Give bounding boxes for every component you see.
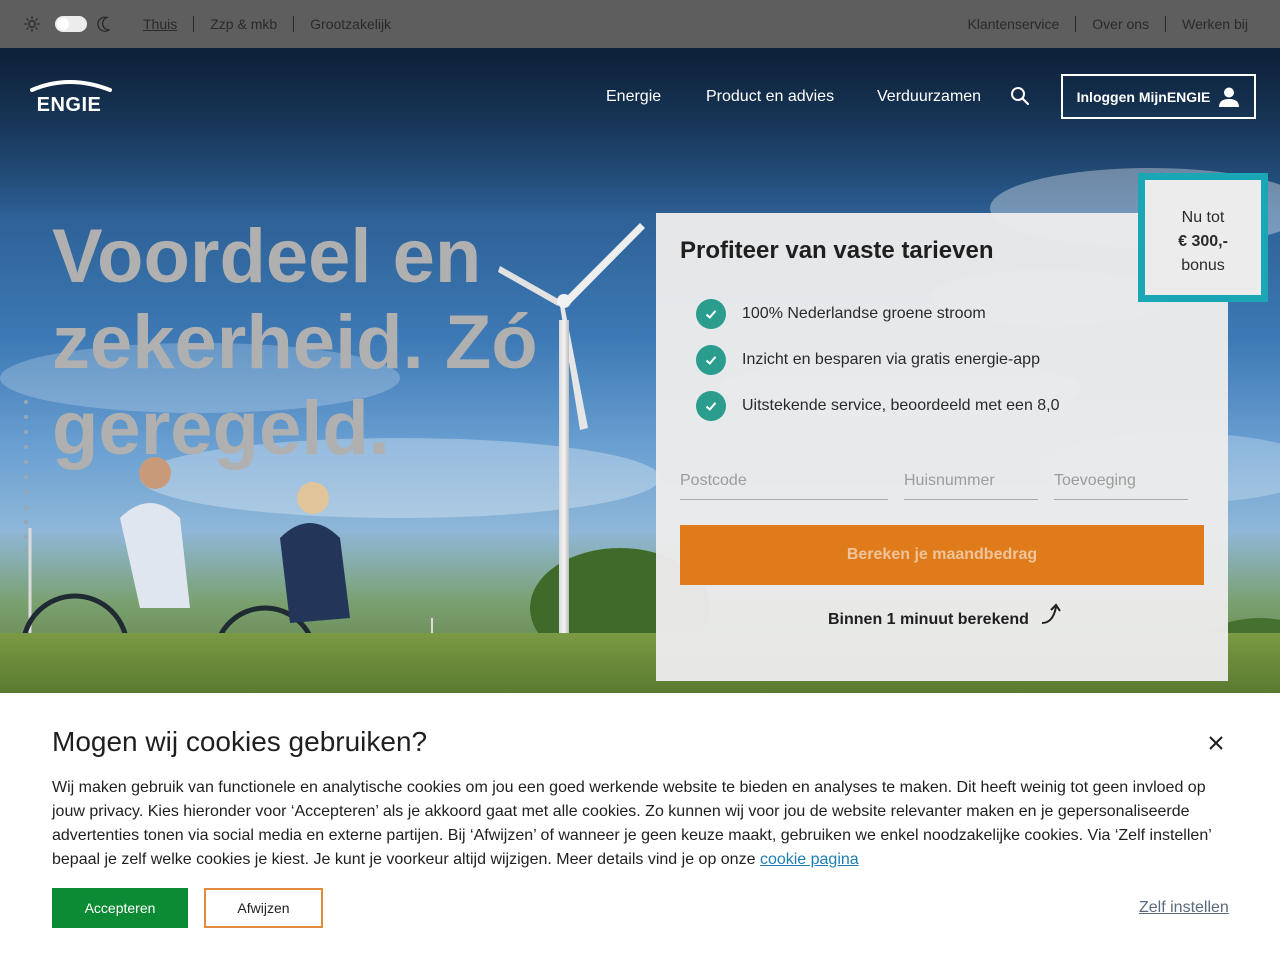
link-werken-bij[interactable]: Werken bij — [1165, 16, 1264, 32]
postcode-input[interactable] — [680, 463, 888, 500]
toggle-knob — [57, 18, 69, 30]
calculate-button[interactable]: Bereken je maandbedrag — [680, 525, 1204, 585]
usp-text: 100% Nederlandse groene stroom — [742, 305, 986, 322]
segment-thuis[interactable]: Thuis — [143, 16, 193, 32]
check-icon — [696, 391, 726, 421]
usp-item: Uitstekende service, beoordeeld met een … — [696, 391, 1060, 421]
usp-item: Inzicht en besparen via gratis energie-a… — [696, 345, 1040, 375]
usp-text: Uitstekende service, beoordeeld met een … — [742, 397, 1060, 414]
main-nav: Energie — [606, 88, 661, 106]
cookie-body: Wij maken gebruik van functionele en ana… — [52, 776, 1232, 872]
calculator-subtext: Binnen 1 minuut berekend — [828, 603, 1065, 629]
hero-headline: Voordeel en zekerheid. Zó geregeld. — [52, 214, 612, 472]
check-icon — [696, 345, 726, 375]
main-nav-verduurzamen: Verduurzamen — [877, 88, 981, 106]
sun-icon — [24, 16, 40, 32]
login-label: Inloggen MijnENGIE — [1076, 88, 1211, 105]
cookie-title: Mogen wij cookies gebruiken? — [52, 726, 428, 757]
nav-product-en-advies[interactable]: Product en advies — [706, 88, 834, 106]
main-nav-product: Product en advies — [706, 88, 834, 106]
svg-text:ENGIE: ENGIE — [37, 94, 102, 114]
decline-button[interactable]: Afwijzen — [204, 888, 323, 928]
usp-item: 100% Nederlandse groene stroom — [696, 299, 986, 329]
usp-text: Inzicht en besparen via gratis energie-a… — [742, 351, 1040, 368]
bonus-amount: € 300,- — [1178, 233, 1228, 250]
huisnummer-input[interactable] — [904, 463, 1038, 500]
carousel-indicator — [24, 400, 28, 565]
headline-line-2: zekerheid. Zó — [52, 300, 538, 385]
bonus-line-1: Nu tot — [1181, 209, 1225, 226]
toevoeging-input[interactable] — [1054, 463, 1188, 500]
accept-button[interactable]: Accepteren — [52, 888, 188, 928]
headline-line-1: Voordeel en — [52, 214, 482, 299]
bonus-badge: Nu tot € 300,- bonus — [1138, 173, 1268, 302]
cookie-page-link[interactable]: cookie pagina — [760, 851, 859, 868]
cookie-body-text: Wij maken gebruik van functionele en ana… — [52, 779, 1212, 868]
segment-grootzakelijk[interactable]: Grootzakelijk — [293, 16, 407, 32]
settings-link[interactable]: Zelf instellen — [1139, 899, 1229, 917]
dark-mode-toggle[interactable] — [55, 16, 87, 32]
engie-logo[interactable]: ENGIE — [24, 80, 114, 114]
nav-energie[interactable]: Energie — [606, 88, 661, 106]
nav-verduurzamen[interactable]: Verduurzamen — [877, 88, 981, 106]
segment-nav: Thuis Zzp & mkb Grootzakelijk — [143, 16, 407, 32]
top-utility-bar: Thuis Zzp & mkb Grootzakelijk Klantenser… — [0, 0, 1280, 48]
close-icon[interactable] — [1206, 733, 1226, 753]
subtext-label: Binnen 1 minuut berekend — [828, 611, 1029, 628]
theme-switch — [24, 16, 111, 32]
check-icon — [696, 299, 726, 329]
login-button[interactable]: Inloggen MijnENGIE — [1061, 74, 1256, 119]
link-over-ons[interactable]: Over ons — [1075, 16, 1165, 32]
moon-icon — [97, 16, 110, 32]
segment-zzp-mkb[interactable]: Zzp & mkb — [193, 16, 293, 32]
bonus-line-3: bonus — [1181, 257, 1225, 274]
headline-line-3: geregeld. — [52, 386, 390, 471]
calculator-title: Profiteer van vaste tarieven — [680, 237, 994, 264]
person-icon — [1219, 87, 1240, 107]
arrow-up-icon — [1041, 603, 1061, 624]
search-icon[interactable] — [1010, 86, 1030, 106]
link-klantenservice[interactable]: Klantenservice — [951, 16, 1075, 32]
utility-nav: Klantenservice Over ons Werken bij — [951, 16, 1264, 32]
cookie-banner: Mogen wij cookies gebruiken? Wij maken g… — [0, 693, 1280, 960]
